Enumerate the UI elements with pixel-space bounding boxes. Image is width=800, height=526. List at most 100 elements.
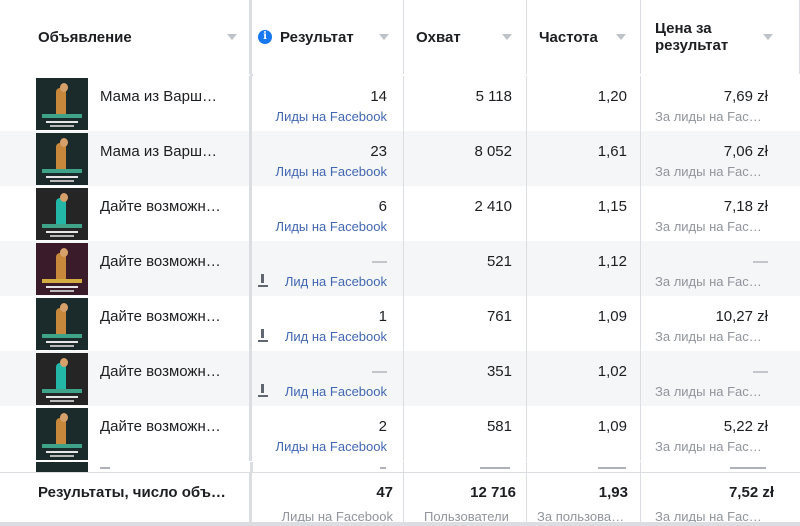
cost-value: 5,22 zł — [723, 418, 768, 435]
column-header-label: Цена за результат — [655, 20, 729, 54]
result-cell: 6 Лиды на Facebook — [252, 186, 404, 241]
ad-cell[interactable]: Мама из Варш… — [0, 131, 252, 186]
ad-thumbnail[interactable] — [36, 408, 88, 460]
ad-thumbnail[interactable] — [36, 353, 88, 405]
column-header-result[interactable]: i Результат — [252, 0, 404, 74]
cost-value: — — [753, 253, 768, 270]
totals-label-cell: Результаты, число объ… — [0, 473, 252, 526]
frequency-cell: 1,12 — [527, 241, 641, 296]
ad-thumbnail[interactable] — [36, 133, 88, 185]
sort-arrow-icon[interactable] — [379, 34, 389, 40]
download-icon[interactable] — [258, 384, 268, 397]
cost-cell: 7,06 zł За лиды на Fac… — [641, 131, 800, 186]
result-type-link[interactable]: Лид на Facebook — [285, 384, 387, 399]
frequency-cell: 1,61 — [527, 131, 641, 186]
cost-value: 10,27 zł — [715, 308, 768, 325]
reach-value: 2 410 — [474, 198, 512, 215]
table-row[interactable]: Дайте возможн… 1 Лид на Facebook 761 1,0… — [0, 296, 800, 351]
ad-cell[interactable]: Дайте возможн… — [0, 406, 252, 461]
ad-thumbnail[interactable] — [36, 298, 88, 350]
table-row[interactable]: Мама из Варш… 23 Лиды на Facebook 8 052 … — [0, 131, 800, 186]
ad-cell[interactable]: Дайте возможн… — [0, 186, 252, 241]
horizontal-scrollbar[interactable] — [0, 522, 800, 526]
ad-name-link[interactable]: Дайте возможн… — [100, 363, 221, 380]
totals-reach: 12 716 — [470, 484, 516, 501]
ad-thumbnail[interactable] — [36, 188, 88, 240]
reach-value: 761 — [486, 308, 512, 325]
column-header-cost[interactable]: Цена за результат — [641, 0, 800, 74]
cost-type: За лиды на Fac… — [655, 329, 762, 344]
result-type-link[interactable]: Лиды на Facebook — [276, 219, 387, 234]
ads-results-table: Объявление i Результат Охват Частота Цен… — [0, 0, 800, 526]
result-type-link[interactable]: Лиды на Facebook — [276, 109, 387, 124]
ad-cell[interactable]: Дайте возможн… — [0, 241, 252, 296]
reach-value: 581 — [486, 418, 512, 435]
reach-value: 351 — [486, 363, 512, 380]
cost-type: За лиды на Fac… — [655, 109, 762, 124]
totals-row: Результаты, число объ… 47 Лиды на Facebo… — [0, 472, 800, 526]
cost-type: За лиды на Fac… — [655, 164, 762, 179]
frequency-cell: 1,02 — [527, 351, 641, 406]
reach-cell: 5 118 — [404, 76, 527, 131]
table-row[interactable]: Дайте возможн… — Лид на Facebook 521 1,1… — [0, 241, 800, 296]
info-icon[interactable]: i — [258, 30, 272, 44]
result-cell: — Лид на Facebook — [252, 241, 404, 296]
result-type-link[interactable]: Лиды на Facebook — [276, 164, 387, 179]
ad-thumbnail[interactable] — [36, 243, 88, 295]
column-header-ad[interactable]: Объявление — [0, 0, 252, 74]
frequency-value: 1,15 — [597, 198, 627, 215]
sort-arrow-icon[interactable] — [227, 34, 237, 40]
column-header-frequency[interactable]: Частота — [527, 0, 641, 74]
frequency-value: 1,02 — [597, 363, 627, 380]
frequency-cell: 1,20 — [527, 76, 641, 131]
result-type-link[interactable]: Лид на Facebook — [285, 274, 387, 289]
cost-cell: 7,18 zł За лиды на Fac… — [641, 186, 800, 241]
download-icon[interactable] — [258, 329, 268, 342]
result-cell: 14 Лиды на Facebook — [252, 76, 404, 131]
frequency-cell: 1,09 — [527, 406, 641, 461]
result-value: — — [372, 253, 387, 270]
table-row[interactable]: Дайте возможн… 2 Лиды на Facebook 581 1,… — [0, 406, 800, 461]
cost-type: За лиды на Fac… — [655, 384, 762, 399]
result-type-link[interactable]: Лид на Facebook — [285, 329, 387, 344]
ad-name-link[interactable]: Дайте возможн… — [100, 308, 221, 325]
reach-cell: 581 — [404, 406, 527, 461]
column-header-label: Результат — [280, 28, 354, 46]
reach-value: 8 052 — [474, 143, 512, 160]
result-type-link[interactable]: Лиды на Facebook — [276, 439, 387, 454]
ad-name-link[interactable]: Дайте возможн… — [100, 198, 221, 215]
ad-name-link[interactable]: Дайте возможн… — [100, 253, 221, 270]
ad-cell[interactable]: Мама из Варш… — [0, 76, 252, 131]
table-row[interactable]: Дайте возможн… — Лид на Facebook 351 1,0… — [0, 351, 800, 406]
result-value: 23 — [370, 143, 387, 160]
download-icon[interactable] — [258, 274, 268, 287]
reach-value: 5 118 — [475, 88, 512, 105]
ad-thumbnail[interactable] — [36, 78, 88, 130]
reach-cell: 8 052 — [404, 131, 527, 186]
totals-cost-cell: 7,52 zł За лиды на Fac… — [641, 473, 800, 526]
result-cell: 2 Лиды на Facebook — [252, 406, 404, 461]
frequency-cell: 1,15 — [527, 186, 641, 241]
reach-cell: 2 410 — [404, 186, 527, 241]
cost-cell: — За лиды на Fac… — [641, 241, 800, 296]
ad-name-link[interactable]: Мама из Варш… — [100, 88, 217, 105]
table-row[interactable]: Мама из Варш… 14 Лиды на Facebook 5 118 … — [0, 76, 800, 131]
ad-cell[interactable]: Дайте возможн… — [0, 351, 252, 406]
cost-cell: 10,27 zł За лиды на Fac… — [641, 296, 800, 351]
result-value: — — [372, 363, 387, 380]
table-row[interactable]: Дайте возможн… 6 Лиды на Facebook 2 410 … — [0, 186, 800, 241]
sort-arrow-icon[interactable] — [763, 34, 773, 40]
sort-arrow-icon[interactable] — [616, 34, 626, 40]
ad-cell[interactable]: Дайте возможн… — [0, 296, 252, 351]
result-cell: 1 Лид на Facebook — [252, 296, 404, 351]
column-header-label: Частота — [539, 28, 598, 46]
reach-cell: 351 — [404, 351, 527, 406]
totals-result: 47 — [376, 484, 393, 501]
sort-arrow-icon[interactable] — [502, 34, 512, 40]
ad-name-link[interactable]: Дайте возможн… — [100, 418, 221, 435]
cost-cell: 7,69 zł За лиды на Fac… — [641, 76, 800, 131]
column-header-reach[interactable]: Охват — [404, 0, 527, 74]
totals-cost: 7,52 zł — [728, 484, 774, 501]
totals-label: Результаты, число объ… — [38, 484, 226, 501]
ad-name-link[interactable]: Мама из Варш… — [100, 143, 217, 160]
